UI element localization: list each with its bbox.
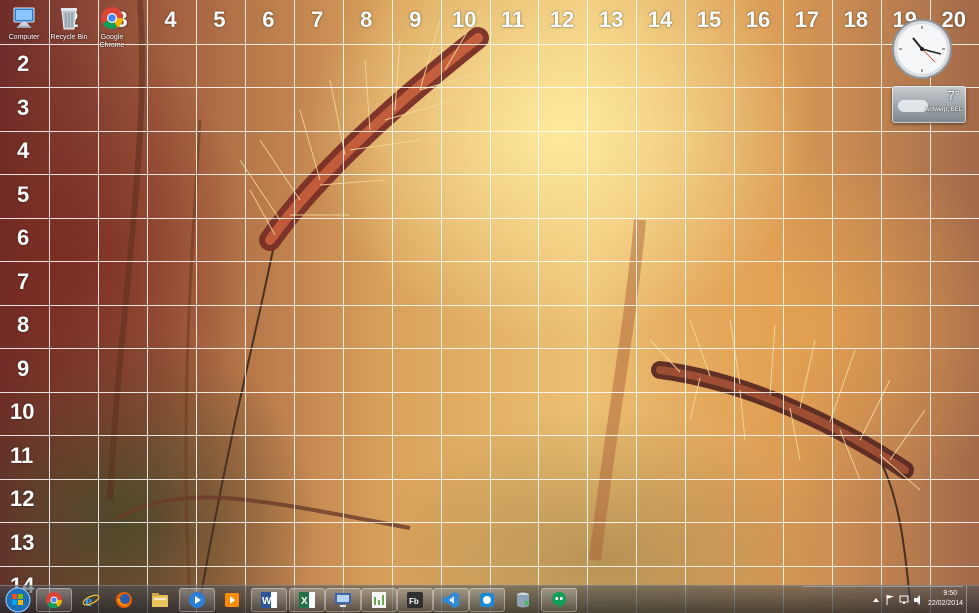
grid-column-number: 17 — [794, 7, 820, 32]
system-tray: 9:50 22/02/2014 — [869, 586, 979, 613]
grid-column-number: 8 — [360, 7, 373, 32]
taskbar-database[interactable] — [505, 588, 541, 612]
desktop-icon-label: Google Chrome — [99, 34, 125, 49]
taskbar-firefox[interactable] — [106, 588, 142, 612]
grid-column-number: 9 — [409, 7, 422, 32]
network-icon[interactable] — [899, 594, 911, 606]
desktop-icon-recycle-bin[interactable]: Recycle Bin — [47, 4, 91, 42]
grid-row-number: 2 — [17, 51, 30, 76]
grid-row-number: 10 — [10, 399, 35, 424]
taskbar-media-center[interactable] — [214, 588, 250, 612]
taskbar-excel[interactable]: X — [289, 588, 325, 612]
grid-row-number: 5 — [17, 181, 30, 207]
grid-column-number: 6 — [262, 7, 275, 32]
taskbar: e W X Fb 9:50 22/02/2014 — [0, 585, 979, 613]
recycle-bin-icon — [61, 8, 77, 30]
clock-date[interactable]: 22/02/2014 — [928, 600, 963, 607]
weather-gadget[interactable]: 7° Antwerp, BEL — [892, 86, 966, 123]
desktop-icon-computer[interactable]: Computer — [2, 4, 46, 42]
word-icon: W — [261, 592, 277, 608]
taskbar-word[interactable]: W — [251, 588, 287, 612]
grid-column-number: 16 — [745, 7, 771, 32]
excel-icon: X — [299, 592, 315, 608]
chrome-icon — [101, 7, 123, 29]
grid-column-number: 12 — [549, 7, 575, 32]
virtualbox-icon — [480, 593, 494, 607]
remote-desktop-icon — [335, 593, 351, 607]
desktop-icon-google-chrome[interactable]: Google Chrome — [90, 4, 134, 50]
volume-icon[interactable] — [913, 594, 925, 606]
internet-explorer-icon: e — [82, 593, 100, 609]
grid-column-number: 10 — [452, 7, 477, 32]
grid-row-number: 12 — [10, 486, 35, 511]
taskbar-project[interactable] — [361, 588, 397, 612]
grid-column-number: 14 — [647, 7, 673, 32]
grid-row-number: 3 — [17, 94, 30, 120]
show-desktop-button[interactable] — [966, 586, 979, 613]
grid-column-number: 7 — [311, 7, 324, 32]
grid-column-number: 13 — [598, 7, 624, 32]
database-icon — [517, 592, 530, 608]
grid-column-number: 4 — [164, 7, 177, 32]
grid-row-number: 11 — [10, 442, 34, 468]
grid-row-number: 4 — [17, 138, 30, 163]
desktop-icon-label: Computer — [8, 34, 40, 41]
firefox-icon — [116, 592, 132, 608]
grid-column-number: 5 — [213, 7, 226, 32]
grid-row-number: 8 — [17, 312, 30, 337]
desktop-icon-label: Recycle Bin — [50, 34, 88, 41]
taskbar-hangouts[interactable] — [541, 588, 577, 612]
taskbar-chrome[interactable] — [36, 588, 72, 612]
flag-icon[interactable] — [885, 594, 895, 606]
chrome-icon — [46, 592, 63, 609]
grid-row-number: 6 — [17, 225, 30, 250]
grid-column-number: 18 — [843, 7, 869, 32]
taskbar-file-explorer[interactable] — [142, 588, 178, 612]
grid-column-number: 15 — [696, 7, 722, 32]
taskbar-fb[interactable]: Fb — [397, 588, 433, 612]
desktop[interactable]: 1234567891011121314151617181920 23456789… — [0, 0, 979, 613]
fb-icon: Fb — [407, 592, 423, 608]
file-explorer-icon — [152, 593, 168, 607]
hangouts-icon — [552, 592, 566, 608]
project-icon — [372, 592, 386, 608]
grid-row-number: 9 — [17, 355, 30, 381]
computer-icon — [13, 7, 35, 28]
taskbar-virtualbox[interactable] — [469, 588, 505, 612]
taskbar-internet-explorer[interactable]: e — [73, 588, 109, 612]
svg-text:X: X — [301, 596, 308, 607]
grid-overlay — [0, 0, 979, 613]
clock-time[interactable]: 9:50 — [943, 590, 957, 597]
taskbar-visual-studio[interactable] — [433, 588, 469, 612]
grid-row-number: 13 — [10, 529, 35, 555]
media-player-icon — [189, 592, 205, 608]
grid-column-number: 11 — [500, 7, 525, 32]
svg-text:W: W — [262, 596, 272, 607]
taskbar-remote-desktop[interactable] — [325, 588, 361, 612]
cloud-icon — [898, 100, 928, 112]
visual-studio-icon — [443, 592, 459, 608]
start-button[interactable] — [4, 587, 32, 613]
media-center-icon — [225, 593, 239, 607]
show-hidden-icon[interactable] — [871, 595, 881, 605]
clock-gadget[interactable] — [891, 18, 953, 80]
svg-text:Fb: Fb — [409, 597, 419, 606]
svg-text:e: e — [85, 593, 92, 609]
weather-location: Antwerp, BEL — [925, 107, 962, 113]
weather-temperature: 7° — [947, 88, 960, 103]
taskbar-media-player[interactable] — [179, 588, 215, 612]
grid-row-number: 7 — [17, 268, 30, 294]
